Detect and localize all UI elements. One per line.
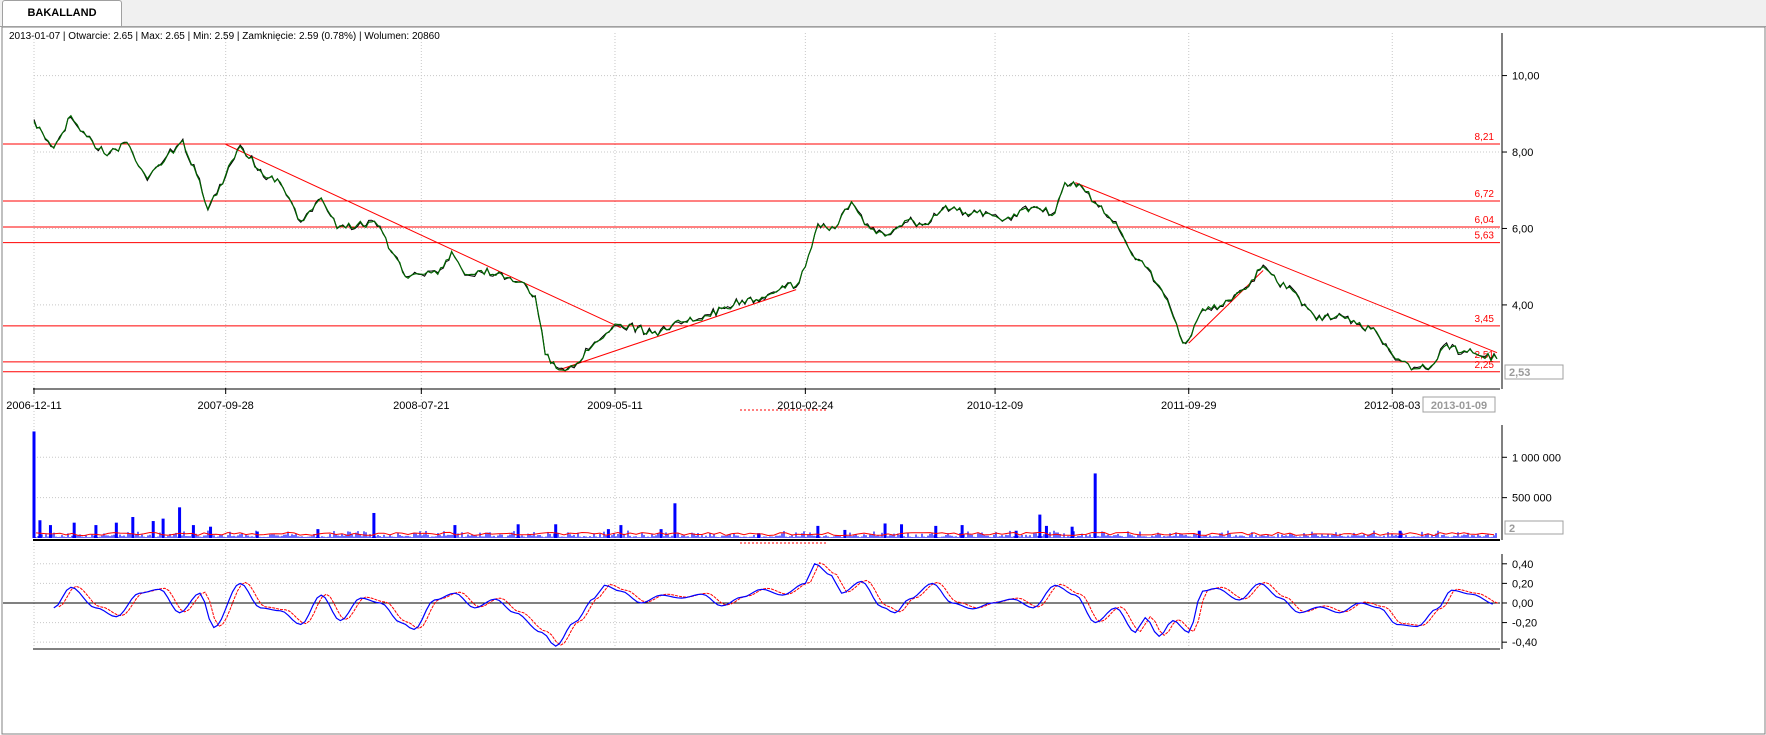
price-y-tick-label: 10,00 [1512, 71, 1540, 83]
tab-bar: BAKALLAND [0, 0, 1766, 27]
volume-spike-bar [151, 521, 155, 538]
volume-y-tick-label: 500 000 [1512, 493, 1552, 505]
volume-spike-bar [900, 524, 904, 538]
chart-frame [1, 27, 1766, 735]
level-label: 3,45 [1475, 314, 1495, 325]
volume-spike-bar [554, 524, 558, 538]
x-tick-label: 2010-12-09 [967, 400, 1023, 412]
volume-spike-bar [453, 525, 457, 538]
current-volume-label: 2 [1509, 523, 1515, 535]
x-tick-label: 2008-07-21 [393, 400, 449, 412]
volume-y-tick-label: 1 000 000 [1512, 452, 1561, 464]
price-y-tick-label: 6,00 [1512, 223, 1533, 235]
volume-spike-bar [1044, 525, 1048, 538]
volume-spike-bar [883, 523, 887, 538]
volume-spike-bar [843, 529, 847, 538]
volume-spike-bar [32, 431, 36, 538]
volume-spike-bar [114, 522, 118, 538]
volume-spike-bar [38, 520, 42, 538]
level-label: 5,63 [1475, 231, 1495, 242]
level-label: 8,21 [1475, 132, 1495, 143]
volume-spike-bar [1093, 473, 1097, 538]
current-price-label: 2,53 [1509, 367, 1530, 379]
x-tick-label: 2012-08-03 [1364, 400, 1420, 412]
price-y-tick-label: 8,00 [1512, 147, 1533, 159]
volume-spike-bar [209, 526, 213, 538]
volume-spike-bar [1070, 526, 1074, 538]
volume-spike-bar [960, 525, 964, 538]
x-tick-label: 2007-09-28 [198, 400, 254, 412]
volume-spike-bar [131, 517, 135, 538]
volume-spike-bar [606, 529, 610, 538]
oscillator-y-tick-label: -0,20 [1512, 618, 1537, 630]
current-date-label: 2013-01-09 [1431, 400, 1487, 412]
volume-spike-bar [516, 524, 520, 538]
oscillator-y-tick-label: -0,40 [1512, 637, 1537, 649]
volume-spike-bar [191, 525, 195, 538]
oscillator-y-tick-label: 0,00 [1512, 598, 1533, 610]
volume-spike-bar [94, 525, 98, 538]
level-label: 6,04 [1475, 215, 1495, 226]
volume-spike-bar [72, 522, 76, 538]
volume-spike-bar [1038, 514, 1042, 538]
volume-spike-bar [619, 525, 623, 538]
price-y-tick-label: 4,00 [1512, 300, 1533, 312]
oscillator-y-tick-label: 0,20 [1512, 578, 1533, 590]
ohlc-info-bar: 2013-01-07 | Otwarcie: 2.65 | Max: 2.65 … [9, 31, 440, 42]
level-label: 2,25 [1475, 360, 1495, 371]
level-label: 6,72 [1475, 189, 1495, 200]
x-tick-label: 2009-05-11 [587, 400, 642, 412]
x-tick-label: 2006-12-11 [6, 400, 61, 412]
volume-spike-bar [48, 525, 52, 538]
volume-spike-bar [934, 525, 938, 538]
volume-spike-bar [816, 525, 820, 538]
tab-bakalland[interactable]: BAKALLAND [2, 0, 122, 26]
stock-chart: 2013-01-07 | Otwarcie: 2.65 | Max: 2.65 … [1, 27, 1766, 735]
x-tick-label: 2011-09-29 [1161, 400, 1216, 412]
oscillator-y-tick-label: 0,40 [1512, 559, 1533, 571]
